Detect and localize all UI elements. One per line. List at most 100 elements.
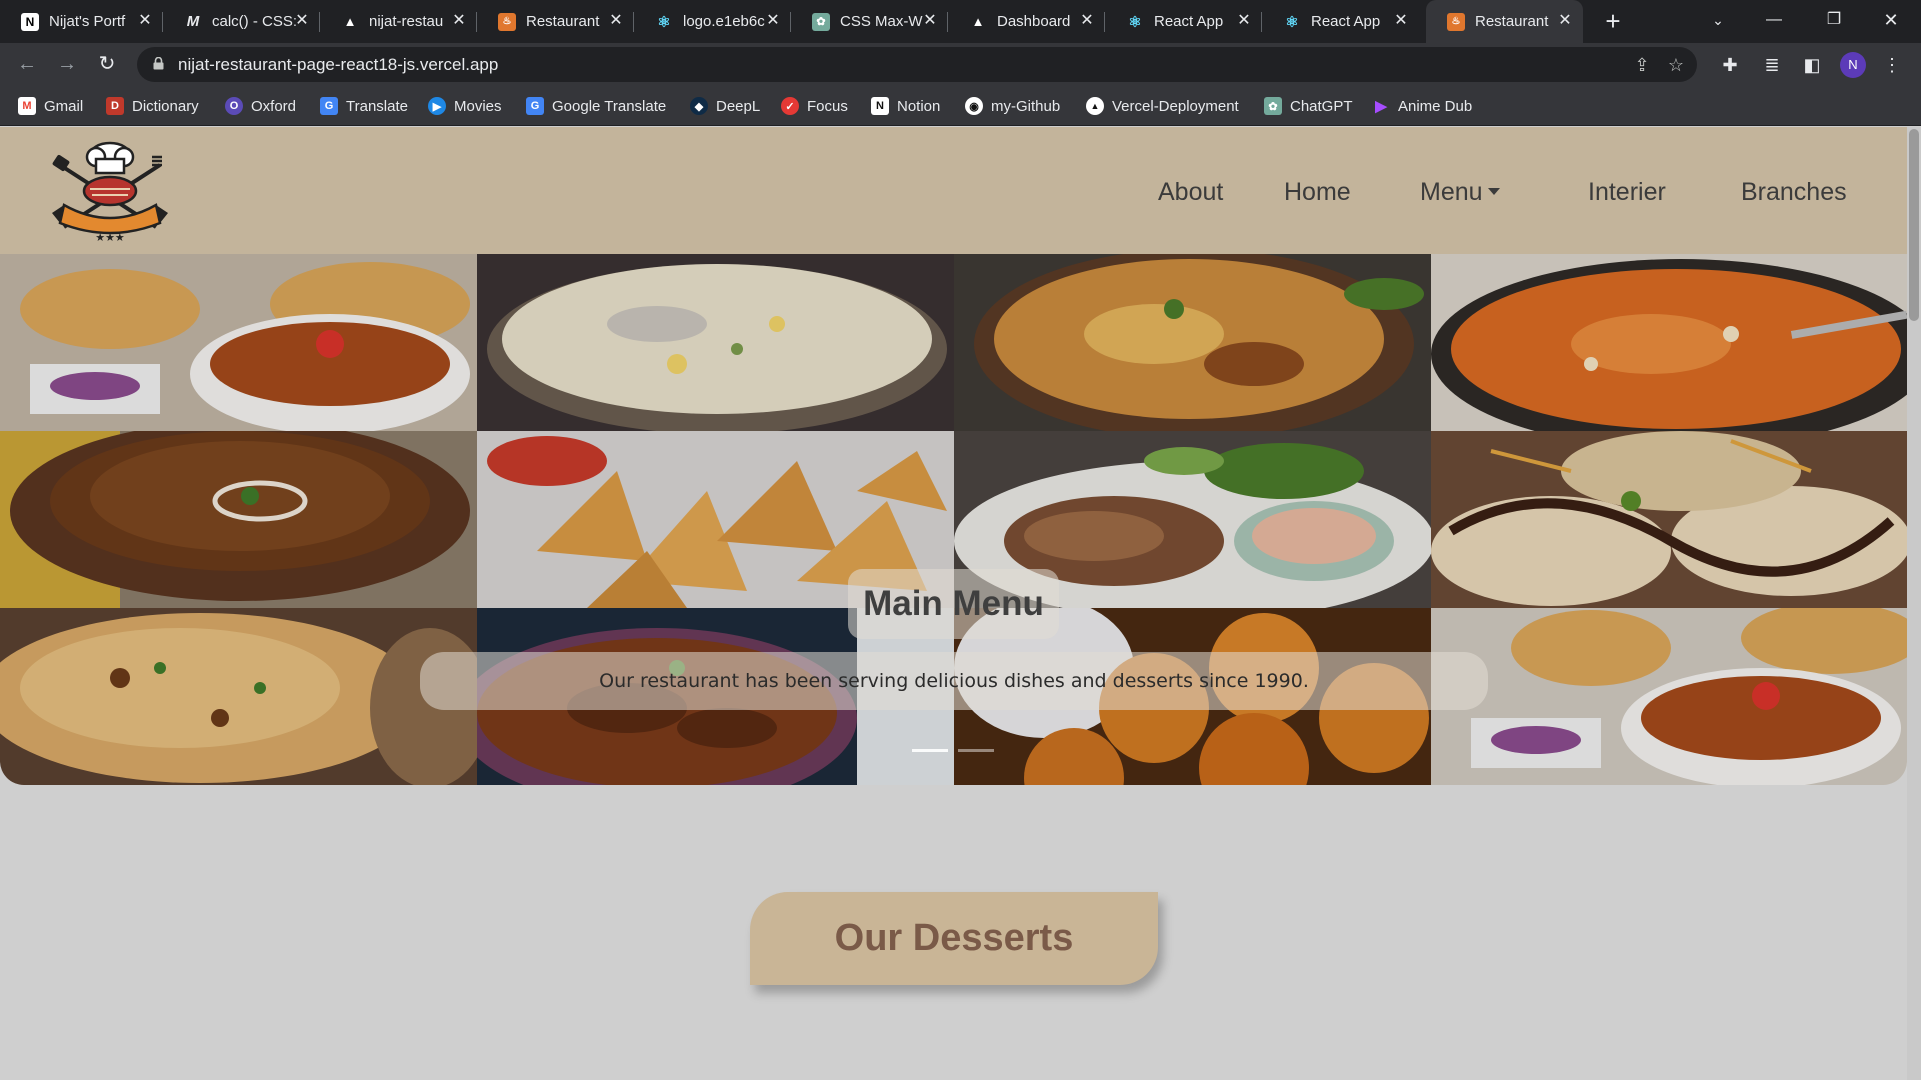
notion-icon: N [871,97,889,115]
chef-icon: ♨ [1447,12,1465,31]
close-tab-icon[interactable]: ✕ [1236,13,1252,29]
bookmark-label: my-Github [991,97,1061,115]
lock-icon [153,57,164,70]
extensions-puzzle-icon[interactable]: ✚ [1718,53,1742,77]
bookmark-movies[interactable]: ▶ Movies [428,96,502,116]
bookmark-anime-dub[interactable]: ▶ Anime Dub [1372,96,1472,116]
site-navbar: ★★★ About Home Menu Interier Branches [0,127,1907,254]
google-translate-icon: G [526,97,544,115]
notion-n-icon: N [21,12,39,31]
close-tab-icon[interactable]: ✕ [765,13,781,29]
carousel-caption-text: Our restaurant has been serving deliciou… [420,652,1488,710]
react-icon: ⚛ [657,13,671,31]
page-scrollbar-thumb[interactable] [1909,129,1919,321]
chef-icon: ♨ [498,12,516,31]
browser-tab[interactable]: M calc() - CSS: ✕ [163,0,320,43]
close-tab-icon[interactable]: ✕ [1393,13,1409,29]
close-tab-icon[interactable]: ✕ [608,13,624,29]
reload-icon[interactable]: ↻ [95,53,119,77]
nav-link-branches[interactable]: Branches [1741,178,1847,207]
bookmark-notion[interactable]: N Notion [871,96,940,116]
browser-toolbar: ← → ↻ nijat-restaurant-page-react18-js.v… [0,43,1921,86]
browser-tab[interactable]: N Nijat's Portf ✕ [0,0,163,43]
vercel-icon: ▲ [1086,97,1104,115]
bookmark-label: Google Translate [552,97,667,115]
bookmark-dictionary[interactable]: D Dictionary [106,96,199,116]
bookmark-oxford[interactable]: O Oxford [225,96,296,116]
nav-menu-label: Menu [1420,178,1483,206]
url-text: nijat-restaurant-page-react18-js.vercel.… [178,55,499,74]
nav-link-interier[interactable]: Interier [1588,178,1666,207]
close-tab-icon[interactable]: ✕ [922,13,938,29]
side-panel-icon[interactable]: ◧ [1800,53,1824,77]
oxford-icon: O [225,97,243,115]
focus-icon: ✓ [781,97,799,115]
browser-tab[interactable]: ✿ CSS Max-W ✕ [791,0,948,43]
movies-icon: ▶ [428,97,446,115]
close-tab-icon[interactable]: ✕ [451,13,467,29]
bookmark-label: Oxford [251,97,297,115]
bookmark-label: Focus [807,97,848,115]
new-tab-button[interactable]: + [1599,8,1627,36]
translate-icon: G [320,97,338,115]
minimize-button[interactable]: — [1744,0,1804,43]
bookmark-label: DeepL [716,97,761,115]
forward-arrow-icon[interactable]: → [55,53,79,77]
browser-tab[interactable]: ▲ nijat-restau ✕ [320,0,477,43]
browser-tab[interactable]: ▲ Dashboard ✕ [948,0,1105,43]
nav-link-about[interactable]: About [1158,178,1223,207]
our-desserts-heading[interactable]: Our Desserts [750,892,1158,985]
nav-dropdown-menu[interactable]: Menu [1420,178,1500,207]
bookmark-my-github[interactable]: ◉ my-Github [965,96,1060,116]
carousel-indicator-active[interactable] [912,749,948,752]
deepl-icon: ◆ [690,97,708,115]
bookmark-label: ChatGPT [1290,97,1353,115]
bookmark-label: Gmail [44,97,84,115]
react-icon: ⚛ [1285,13,1299,31]
restore-button[interactable]: ❐ [1804,0,1864,43]
bookmarks-bar: M Gmail D Dictionary O Oxford G Translate ▶ M… [0,86,1921,126]
anime-dub-icon: ▶ [1375,98,1387,115]
close-window-button[interactable]: ✕ [1861,0,1921,43]
bookmark-label: Vercel-Deployment [1112,97,1239,115]
react-icon: ⚛ [1128,13,1142,31]
close-tab-icon[interactable]: ✕ [1557,13,1573,29]
browser-tab[interactable]: ⚛ logo.e1eb6c ✕ [634,0,791,43]
bookmark-vercel-deployment[interactable]: ▲ Vercel-Deployment [1086,96,1239,116]
bookmark-label: Notion [897,97,941,115]
share-icon[interactable]: ⇪ [1631,54,1653,76]
bookmark-focus[interactable]: ✓ Focus [781,96,848,116]
nav-link-home[interactable]: Home [1284,178,1351,207]
browser-tab-strip: N Nijat's Portf ✕ M calc() - CSS: ✕ ▲ ni… [0,0,1921,43]
browser-tab-active[interactable]: ♨ Restaurant ✕ [1426,0,1583,43]
bookmark-label: Dictionary [132,97,199,115]
bookmark-label: Anime Dub [1398,97,1473,115]
close-tab-icon[interactable]: ✕ [294,13,310,29]
bookmark-google-translate[interactable]: G Google Translate [526,96,666,116]
bookmark-gmail[interactable]: M Gmail [18,96,83,116]
tab-search-icon[interactable]: ⌄ [1688,0,1748,43]
close-tab-icon[interactable]: ✕ [137,13,153,29]
chatgpt-icon: ✿ [1264,97,1282,115]
caret-down-icon [1487,188,1500,195]
back-arrow-icon[interactable]: ← [15,53,39,77]
more-menu-icon[interactable]: ⋮ [1880,53,1904,77]
bookmark-star-icon[interactable]: ☆ [1665,54,1687,76]
bookmark-deepl[interactable]: ◆ DeepL [690,96,760,116]
close-tab-icon[interactable]: ✕ [1079,13,1095,29]
address-bar[interactable]: nijat-restaurant-page-react18-js.vercel.… [137,47,1697,82]
dictionary-icon: D [106,97,124,115]
bookmark-chatgpt[interactable]: ✿ ChatGPT [1264,96,1353,116]
browser-tab[interactable]: ⚛ React App ✕ [1105,0,1262,43]
vercel-triangle-icon: ▲ [343,14,357,29]
bookmark-translate[interactable]: G Translate [320,96,408,116]
browser-tab[interactable]: ♨ Restaurant ✕ [477,0,634,43]
media-queue-icon[interactable]: ≣ [1760,53,1784,77]
svg-text:★★★: ★★★ [95,231,125,244]
vercel-triangle-icon: ▲ [971,14,985,29]
github-icon: ◉ [965,97,983,115]
profile-avatar[interactable]: N [1840,52,1866,78]
restaurant-logo[interactable]: ★★★ [46,139,174,244]
browser-tab[interactable]: ⚛ React App ✕ [1262,0,1419,43]
carousel-indicator[interactable] [958,749,994,752]
